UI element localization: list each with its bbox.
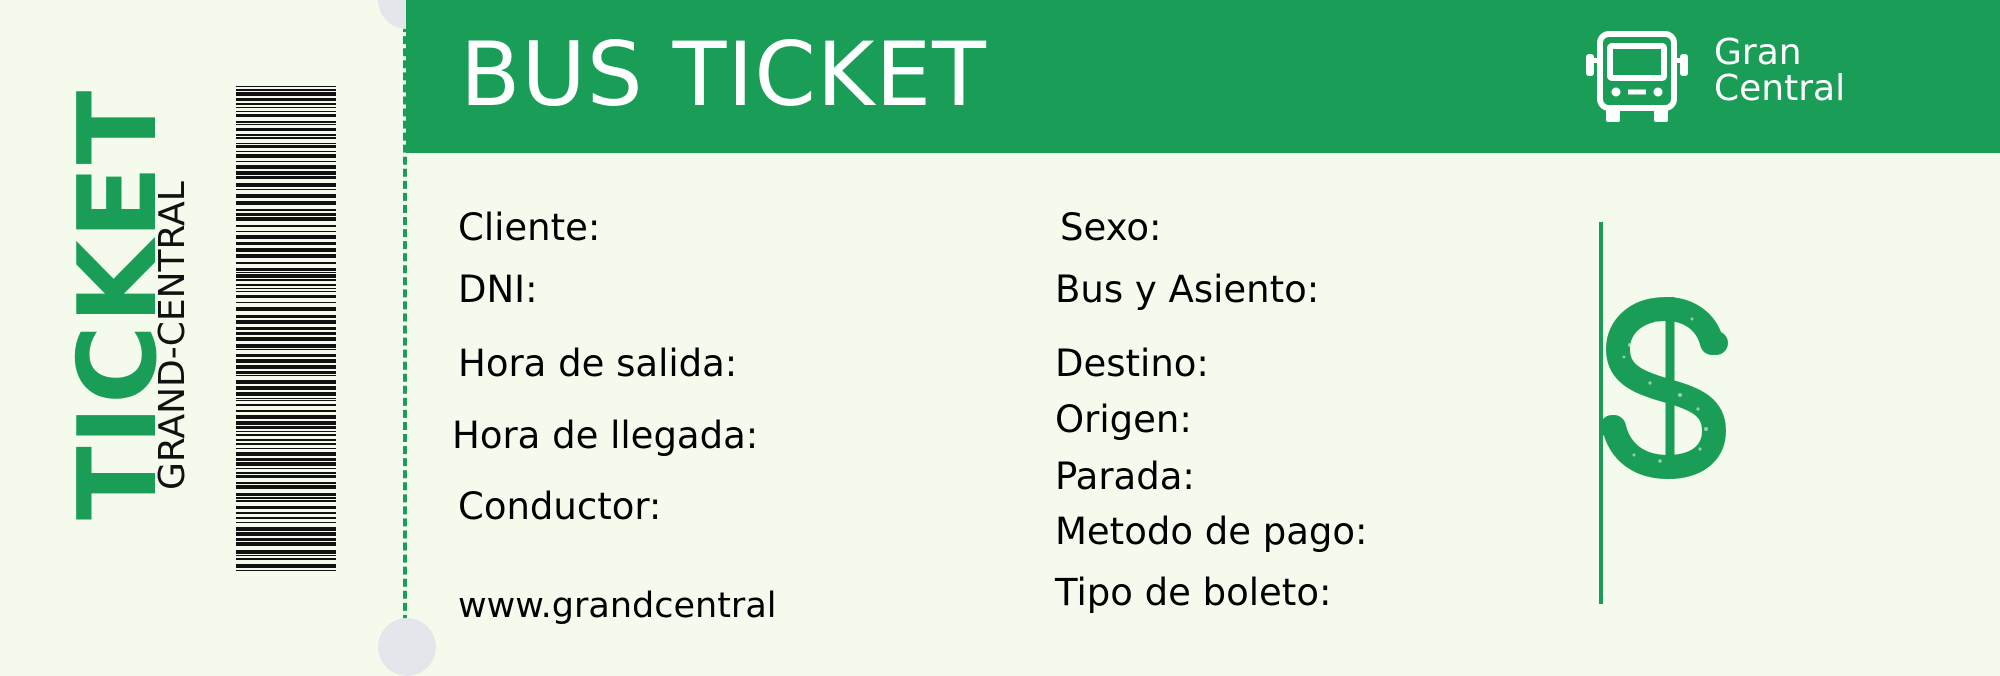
field-cliente: Cliente: <box>458 206 601 249</box>
field-destino: Destino: <box>1055 342 1209 385</box>
field-origen: Origen: <box>1055 398 1192 441</box>
field-dni: DNI: <box>458 268 538 311</box>
website-url: www.grandcentral <box>458 586 777 626</box>
ticket-header: BUS TICKET Gran Central <box>406 0 2000 142</box>
field-bus-asiento: Bus y Asiento: <box>1055 268 1320 311</box>
field-tipo-boleto: Tipo de boleto: <box>1055 571 1332 614</box>
field-metodo-pago: Metodo de pago: <box>1055 510 1368 553</box>
field-hora-salida: Hora de salida: <box>458 342 738 385</box>
barcode-icon <box>236 86 336 571</box>
field-sexo: Sexo: <box>1060 206 1162 249</box>
bus-ticket: TICKET GRAND-CENTRAL BUS TICKET Gran Cen… <box>0 0 2000 676</box>
dollar-sign-icon <box>1600 296 1728 480</box>
bus-icon <box>1586 31 1688 122</box>
stub-subtitle: GRAND-CENTRAL <box>152 181 193 490</box>
brand-line-2: Central <box>1714 68 1846 109</box>
page-title: BUS TICKET <box>460 23 987 126</box>
ticket-notch-bottom <box>378 618 436 676</box>
header-rule <box>406 142 2000 153</box>
field-hora-llegada: Hora de llegada: <box>452 414 759 457</box>
field-parada: Parada: <box>1055 455 1195 498</box>
brand-name: Gran Central <box>1714 35 1845 107</box>
field-conductor: Conductor: <box>458 485 662 528</box>
brand-line-1: Gran <box>1714 32 1802 73</box>
